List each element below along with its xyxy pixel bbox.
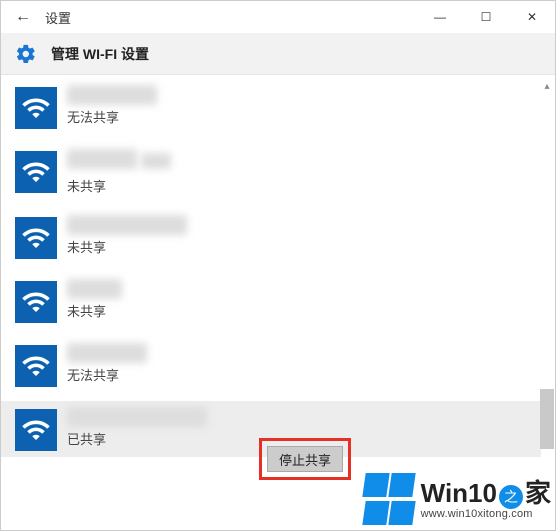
wifi-item[interactable]: 未共享 (15, 143, 555, 201)
minimize-button[interactable]: — (417, 1, 463, 33)
wifi-status: 已共享 (67, 429, 207, 448)
wifi-list: 无法共享 未共享 未共享 (1, 75, 555, 457)
wifi-item[interactable]: 未共享 (15, 209, 555, 265)
wifi-status: 无法共享 (67, 365, 147, 384)
wifi-icon (15, 345, 57, 387)
watermark-brand: Win10之家 (421, 480, 551, 509)
scrollbar-thumb[interactable] (540, 389, 554, 449)
wifi-item[interactable]: 未共享 (15, 273, 555, 329)
content-area: ▴ 无法共享 未共享 (1, 75, 555, 530)
scroll-up-arrow[interactable]: ▴ (540, 79, 554, 93)
wifi-name (67, 407, 207, 427)
gear-icon (15, 43, 37, 65)
wifi-icon (15, 409, 57, 451)
close-button[interactable]: ✕ (509, 1, 555, 33)
back-button[interactable]: ← (1, 1, 45, 33)
wifi-status: 无法共享 (67, 107, 157, 126)
wifi-name (67, 215, 187, 235)
stop-share-button[interactable]: 停止共享 (267, 446, 343, 472)
titlebar: ← 设置 — ☐ ✕ (1, 1, 555, 33)
windows-logo-icon (363, 472, 419, 528)
page-header: 管理 WI-FI 设置 (1, 33, 555, 75)
maximize-button[interactable]: ☐ (463, 1, 509, 33)
wifi-name (67, 85, 157, 105)
wifi-status: 未共享 (67, 176, 171, 195)
wifi-status: 未共享 (67, 237, 187, 256)
wifi-icon (15, 281, 57, 323)
wifi-name (67, 149, 137, 169)
window-title: 设置 (45, 8, 71, 27)
wifi-name (67, 343, 147, 363)
wifi-icon (15, 151, 57, 193)
wifi-icon (15, 87, 57, 129)
watermark-url: www.win10xitong.com (421, 509, 551, 521)
wifi-icon (15, 217, 57, 259)
wifi-name (67, 279, 122, 299)
wifi-status: 未共享 (67, 301, 122, 320)
wifi-item[interactable]: 无法共享 (15, 337, 555, 393)
wifi-item[interactable]: 无法共享 (15, 79, 555, 135)
watermark: Win10之家 www.win10xitong.com (363, 472, 551, 528)
page-title: 管理 WI-FI 设置 (51, 44, 149, 64)
